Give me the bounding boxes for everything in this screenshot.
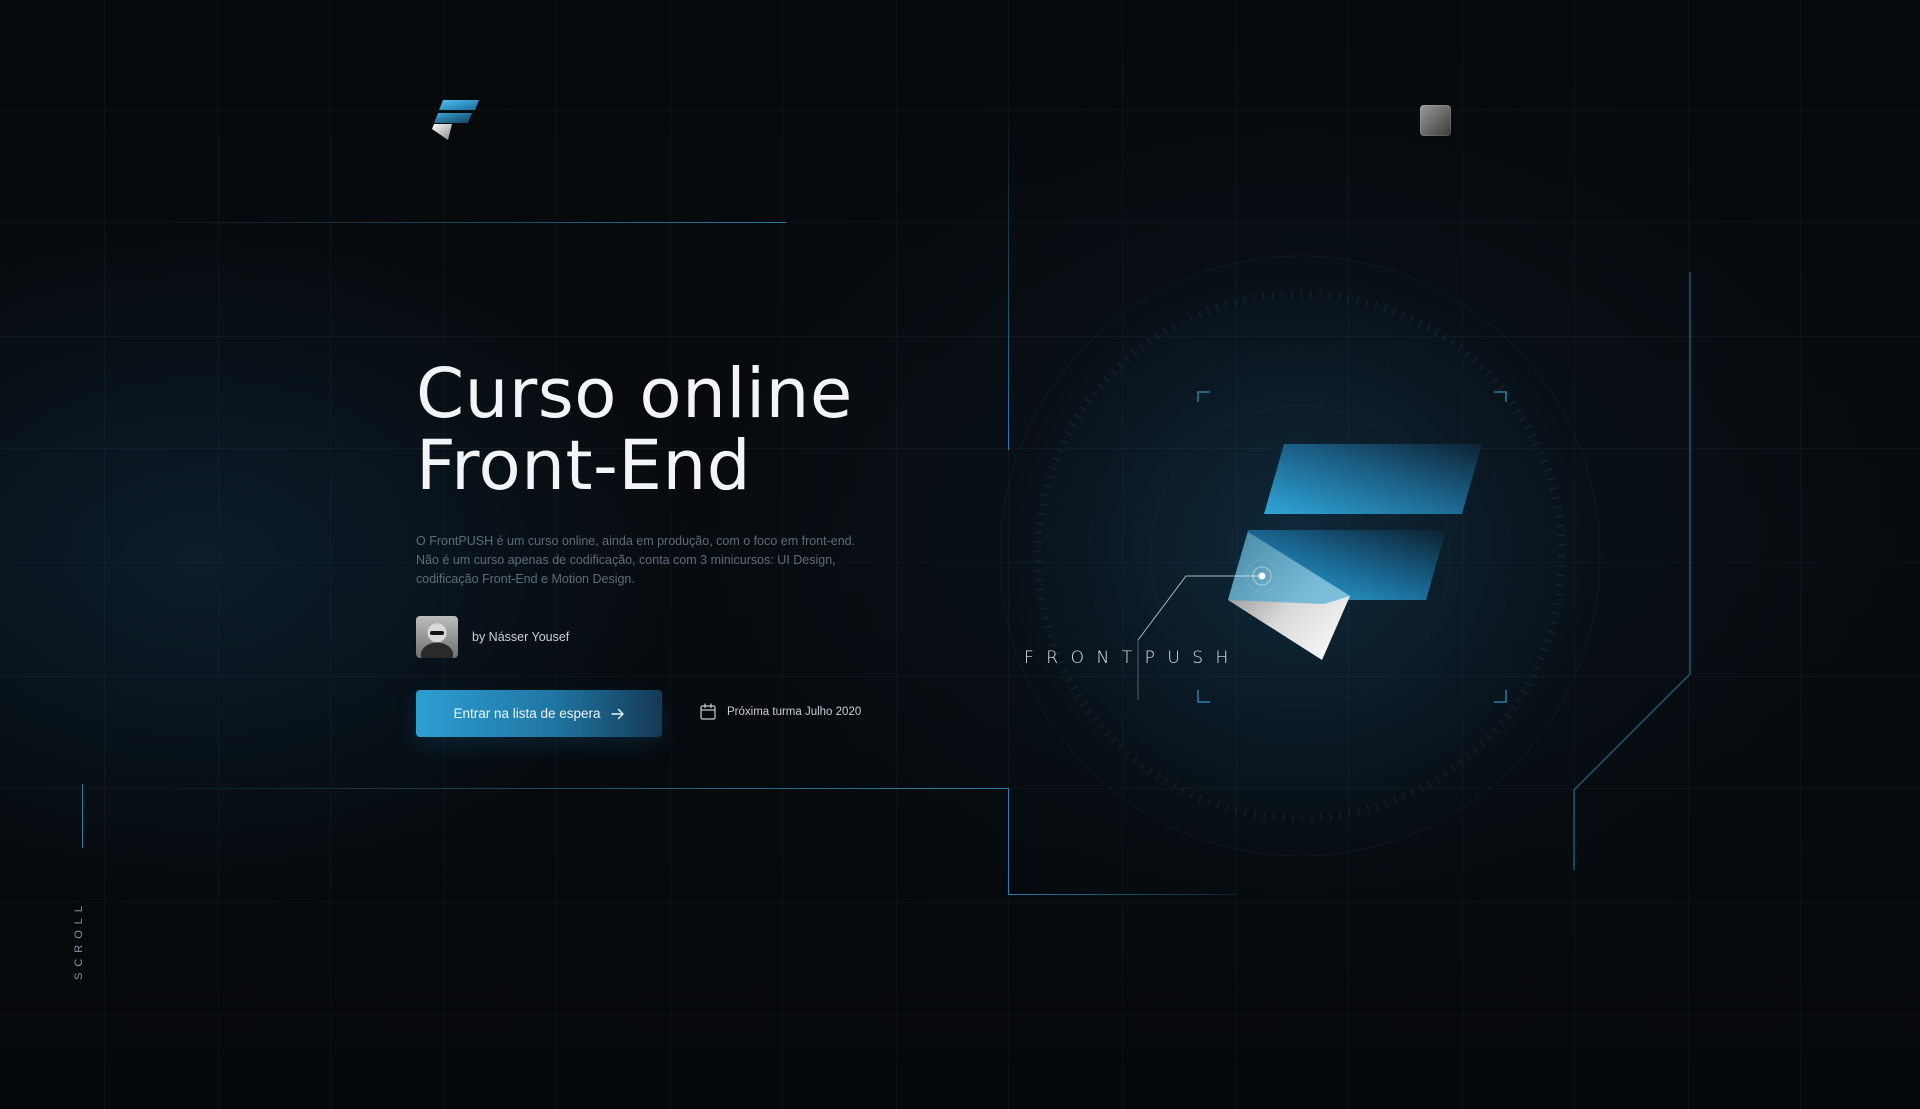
next-class-info: Próxima turma Julho 2020 <box>700 703 861 720</box>
author-name: by Násser Yousef <box>472 630 570 644</box>
hero-description-line: Não é um curso apenas de codificação, co… <box>416 553 836 567</box>
waitlist-button-label: Entrar na lista de espera <box>453 706 601 721</box>
hero-description-line: codificação Front-End e Motion Design. <box>416 572 635 586</box>
hero-artwork <box>1000 251 1691 870</box>
hero-description-line: O FrontPUSH é um curso online, ainda em … <box>416 534 856 548</box>
frontpush-logo-icon[interactable] <box>430 98 480 142</box>
avatar <box>416 616 458 658</box>
scroll-indicator-line <box>82 784 83 848</box>
author-block: by Násser Yousef <box>416 616 569 658</box>
hero-title: Curso online Front-End <box>416 358 853 502</box>
brand-wordmark: FRONTPUSH <box>1024 648 1241 668</box>
hero-title-line1: Curso online <box>416 354 853 434</box>
scroll-label[interactable]: SCROLL <box>73 900 85 980</box>
next-class-text: Próxima turma Julho 2020 <box>727 705 862 718</box>
landing-page: Curso online Front-End O FrontPUSH é um … <box>0 0 1920 1109</box>
waitlist-button[interactable]: Entrar na lista de espera <box>416 690 662 737</box>
calendar-icon <box>700 703 716 720</box>
accent-line-bottom <box>160 788 1008 789</box>
arrow-right-icon <box>610 708 624 719</box>
menu-button[interactable] <box>1420 105 1451 136</box>
hero-description: O FrontPUSH é um curso online, ainda em … <box>416 532 876 589</box>
hero-title-line2: Front-End <box>416 426 752 506</box>
accent-line-top <box>160 222 786 223</box>
